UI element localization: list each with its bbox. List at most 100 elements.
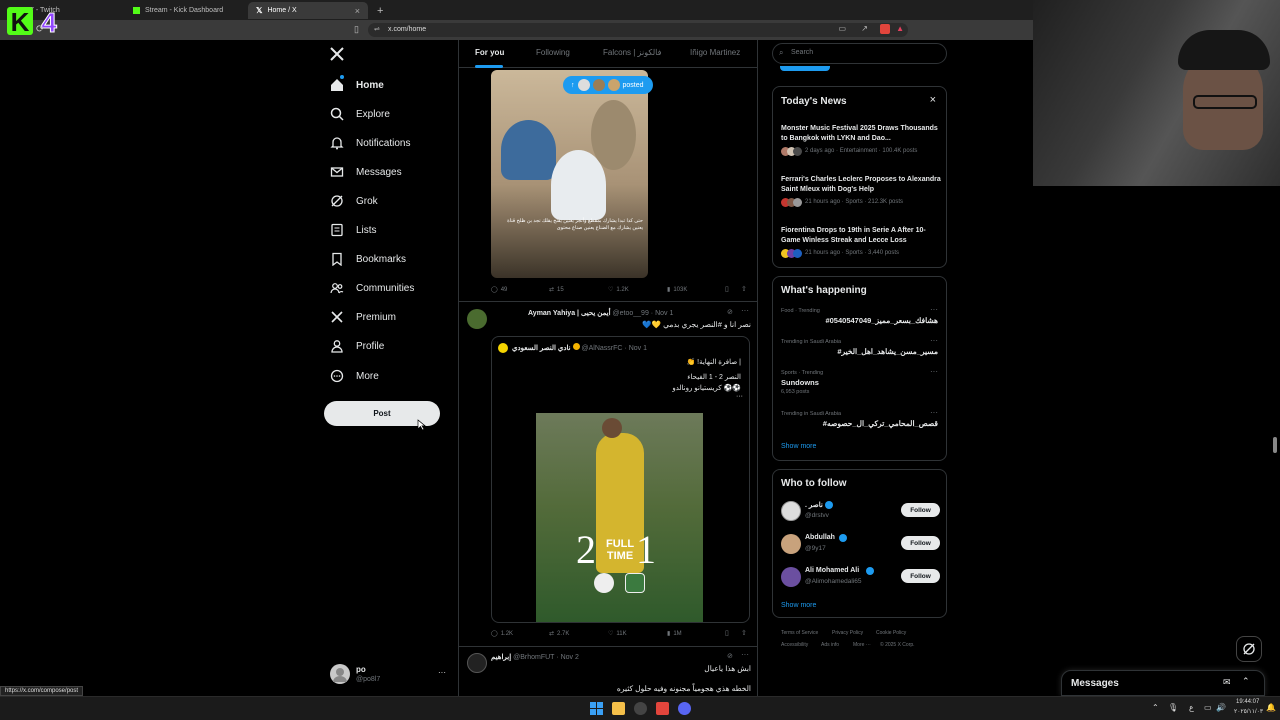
nav-communities[interactable]: Communities — [330, 278, 414, 298]
subscribe-button-edge[interactable] — [780, 66, 830, 71]
tab-home-x[interactable]: 𝕏 Home / X × — [248, 2, 368, 19]
x-logo-icon[interactable] — [330, 47, 344, 61]
new-tab-button[interactable]: + — [369, 2, 387, 19]
brave-browser-icon[interactable] — [656, 702, 669, 715]
account-menu-icon[interactable]: ··· — [438, 668, 446, 677]
clock-date[interactable]: ٢٠٢٥/١١/٠٣ — [1234, 708, 1263, 715]
follow-name[interactable]: . ناصر — [805, 501, 823, 509]
like-button[interactable]: ♡ 11K — [608, 630, 627, 638]
share-action-icon[interactable]: ⇧ — [741, 285, 747, 293]
trend-topic[interactable]: #قصص_المحامي_تركي_ال_حصوصه — [823, 419, 938, 428]
microphone-icon[interactable]: 🎙 — [1168, 703, 1178, 712]
trend-topic[interactable]: #هشافك_بسعر_مميز_0540547049 — [825, 316, 938, 325]
trend-menu-icon[interactable]: ··· — [930, 305, 938, 314]
post3-avatar[interactable] — [467, 653, 487, 673]
discord-icon[interactable] — [678, 702, 691, 715]
tab-inigo-martinez[interactable]: Iñigo Martinez — [690, 48, 740, 57]
brave-shield-icon[interactable] — [880, 24, 890, 34]
cast-icon[interactable]: ▭ — [838, 24, 846, 33]
nav-premium[interactable]: Premium — [330, 307, 396, 327]
bookmark-icon[interactable]: ▯ — [354, 24, 359, 35]
url-field[interactable]: ⇌ x.com/home ▭ ↗ ▲ — [368, 23, 908, 37]
footer-more[interactable]: More ··· — [853, 642, 871, 648]
clock-time[interactable]: 19:44:07 — [1236, 699, 1259, 705]
account-avatar[interactable] — [330, 664, 350, 684]
repost-button[interactable]: ⇄ 2.7K — [549, 630, 569, 638]
nav-profile[interactable]: Profile — [330, 336, 384, 356]
trend-menu-icon[interactable]: ··· — [930, 367, 938, 376]
close-icon[interactable]: × — [930, 94, 936, 106]
page-scrollbar-thumb[interactable] — [1273, 437, 1277, 453]
views-button[interactable]: ▮ 1M — [667, 630, 682, 638]
follow-button[interactable]: Follow — [901, 503, 940, 517]
network-icon[interactable]: ▭ — [1204, 703, 1212, 712]
follow-avatar[interactable] — [781, 501, 801, 521]
nav-more[interactable]: More — [330, 366, 379, 386]
share-action-icon[interactable]: ⇧ — [741, 629, 747, 637]
tray-chevron-icon[interactable]: ⌃ — [1152, 703, 1159, 712]
chevron-up-icon[interactable]: ⌃ — [1242, 676, 1250, 687]
close-tab-icon[interactable]: × — [355, 6, 360, 16]
bookmark-action-icon[interactable]: ▯ — [725, 629, 729, 637]
file-explorer-icon[interactable] — [612, 702, 625, 715]
tab-kick-dashboard[interactable]: Stream - Kick Dashboard — [125, 2, 247, 19]
post-menu-icon[interactable]: ··· — [741, 650, 749, 659]
footer-terms[interactable]: Terms of Service — [781, 630, 818, 636]
post2-handle[interactable]: @etoo__99 — [613, 310, 649, 317]
search-input[interactable]: ⌕ Search — [772, 43, 947, 64]
views-button[interactable]: ▮ 103K — [667, 286, 687, 294]
trend-menu-icon[interactable]: ··· — [930, 336, 938, 345]
grok-float-button[interactable] — [1236, 636, 1262, 662]
nav-bookmarks[interactable]: Bookmarks — [330, 249, 406, 269]
tab-falcons[interactable]: Falcons | فالكونز — [603, 48, 661, 57]
post2-avatar[interactable] — [467, 309, 487, 329]
messages-drawer[interactable]: Messages ✉ ⌃ — [1061, 670, 1265, 696]
grok-explain-icon[interactable]: ⊘ — [727, 652, 733, 660]
show-more-link[interactable]: Show more — [781, 443, 816, 450]
follow-avatar[interactable] — [781, 567, 801, 587]
post2-date[interactable]: · Nov 1 — [651, 310, 674, 317]
new-posts-pill[interactable]: ↑ posted — [563, 76, 653, 94]
post2-author-name[interactable]: Ayman Yahiya | أيمن يحيى — [528, 310, 611, 317]
obs-icon[interactable] — [634, 702, 647, 715]
post3-handle[interactable]: @BrhomFUT — [513, 654, 554, 661]
post1-media[interactable]: حتى كدا تبدا يشارك بمقطع وأنجز يعنين يفت… — [491, 70, 648, 278]
news-headline[interactable]: Monster Music Festival 2025 Draws Thousa… — [781, 124, 941, 144]
repost-button[interactable]: ⇄ 15 — [549, 286, 564, 294]
nav-grok[interactable]: Grok — [330, 191, 378, 211]
footer-ads-info[interactable]: Ads info — [821, 642, 839, 648]
nav-explore[interactable]: Explore — [330, 104, 390, 124]
site-info-icon[interactable]: ⇌ — [374, 25, 380, 33]
quote-tweet[interactable]: نادي النصر السعودي @AlNassrFC · Nov 1 | … — [491, 336, 750, 623]
grok-explain-icon[interactable]: ⊘ — [727, 308, 733, 316]
footer-cookie[interactable]: Cookie Policy — [876, 630, 906, 636]
match-graphic[interactable]: 2 FULL TIME 1 — [536, 413, 703, 622]
follow-avatar[interactable] — [781, 534, 801, 554]
follow-name[interactable]: Ali Mohamed Ali — [805, 567, 859, 574]
follow-button[interactable]: Follow — [901, 536, 940, 550]
nav-messages[interactable]: Messages — [330, 162, 402, 182]
rewards-icon[interactable]: ▲ — [896, 24, 904, 33]
nav-lists[interactable]: Lists — [330, 220, 377, 240]
tab-following[interactable]: Following — [536, 48, 570, 57]
footer-accessibility[interactable]: Accessibility — [781, 642, 808, 648]
bookmark-action-icon[interactable]: ▯ — [725, 285, 729, 293]
like-button[interactable]: ♡ 1.2K — [608, 286, 629, 294]
new-message-icon[interactable]: ✉ — [1223, 677, 1231, 688]
trend-menu-icon[interactable]: ··· — [930, 408, 938, 417]
footer-privacy[interactable]: Privacy Policy — [832, 630, 863, 636]
reply-button[interactable]: ◯ 1.2K — [491, 630, 513, 638]
news-headline[interactable]: Fiorentina Drops to 19th in Serie A Afte… — [781, 226, 941, 246]
volume-icon[interactable]: 🔊 — [1216, 703, 1226, 712]
share-icon[interactable]: ↗ — [861, 24, 868, 33]
reply-button[interactable]: ◯ 49 — [491, 286, 507, 294]
windows-start-icon[interactable] — [590, 702, 603, 715]
nav-notifications[interactable]: Notifications — [330, 133, 410, 153]
post3-author-name[interactable]: إبراهيم — [491, 654, 511, 661]
follow-name[interactable]: Abdullah — [805, 534, 835, 541]
nav-home[interactable]: Home — [330, 75, 384, 95]
reload-icon[interactable]: ⟳ — [36, 24, 44, 35]
trend-topic[interactable]: #مسير_مسن_يشاهد_اهل_الخير — [837, 347, 938, 356]
show-more-link[interactable]: Show more — [781, 602, 816, 609]
news-headline[interactable]: Ferrari's Charles Leclerc Proposes to Al… — [781, 175, 941, 195]
